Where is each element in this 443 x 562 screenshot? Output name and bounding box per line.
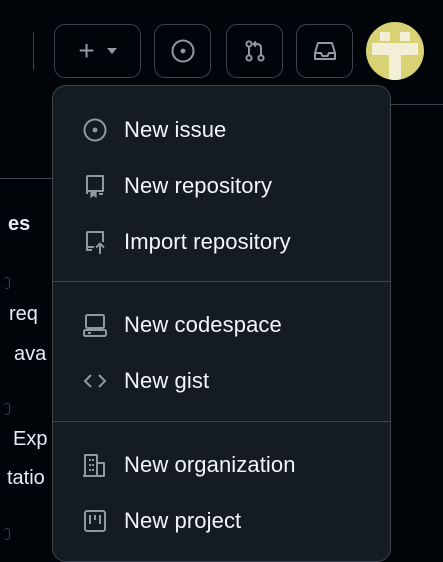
menu-item-new-organization[interactable]: New organization [53, 437, 390, 493]
inbox-button[interactable] [296, 24, 353, 78]
menu-item-label: New repository [124, 173, 273, 198]
issue-opened-icon [83, 118, 107, 142]
menu-divider [53, 281, 390, 282]
menu-item-label: New project [124, 508, 242, 533]
menu-item-import-repository[interactable]: Import repository [53, 214, 390, 270]
background-divider [0, 178, 60, 179]
background-marker [4, 277, 10, 289]
repo-icon [86, 175, 104, 199]
background-divider [390, 104, 443, 105]
background-text: req [9, 303, 38, 325]
menu-item-label: Import repository [124, 229, 291, 254]
background-text: Exp [13, 428, 48, 450]
menu-item-new-issue[interactable]: New issue [53, 102, 390, 158]
menu-item-label: New gist [124, 368, 210, 393]
background-text: ava [14, 343, 47, 365]
inbox-icon [313, 42, 336, 60]
git-pull-request-icon [244, 40, 265, 62]
menu-item-new-repository[interactable]: New repository [53, 158, 390, 214]
pull-requests-button[interactable] [226, 24, 283, 78]
menu-item-new-project[interactable]: New project [53, 493, 390, 549]
organization-icon [83, 454, 105, 477]
menu-item-new-gist[interactable]: New gist [53, 353, 390, 409]
create-new-menu: New issue New repository Import reposito… [52, 85, 391, 562]
menu-item-new-codespace[interactable]: New codespace [53, 297, 390, 353]
background-marker [4, 528, 10, 540]
user-avatar[interactable] [366, 22, 424, 80]
background-heading: es [8, 213, 31, 235]
create-new-button[interactable]: + [54, 24, 141, 78]
issue-opened-icon [171, 39, 194, 63]
menu-item-label: New codespace [124, 312, 282, 337]
issues-button[interactable] [154, 24, 211, 78]
repo-push-icon [86, 231, 105, 254]
menu-item-label: New organization [124, 452, 296, 477]
plus-icon: + [78, 35, 95, 66]
code-icon [83, 374, 107, 388]
menu-divider [53, 421, 390, 422]
header-divider [33, 32, 34, 70]
background-marker [4, 403, 10, 415]
menu-item-label: New issue [124, 117, 227, 142]
background-text: tatio [7, 467, 45, 489]
project-icon [84, 510, 106, 532]
chevron-down-icon [106, 48, 117, 54]
codespaces-icon [83, 314, 107, 337]
